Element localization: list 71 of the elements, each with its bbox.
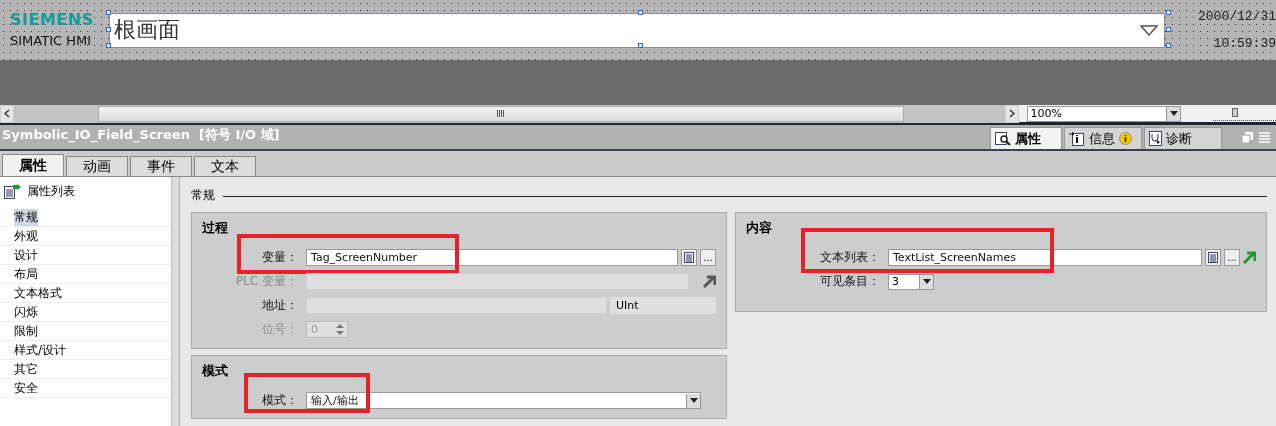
info-sheet-icon: [1069, 131, 1085, 146]
stethoscope-icon: [1149, 131, 1162, 146]
group-title: 模式: [202, 362, 229, 380]
panel-tab[interactable]: 诊断: [1144, 127, 1222, 149]
scrollbar-thumb[interactable]: [97, 105, 904, 122]
list-icon: [1208, 252, 1218, 263]
inspector-tab[interactable]: 文本: [194, 156, 256, 176]
grip-icon: [497, 110, 505, 117]
group-title: 内容: [746, 219, 773, 237]
inspector-title: Symbolic_IO_Field_Screen [符号 I/O 域]: [1, 126, 280, 145]
chevron-right-icon: [1008, 109, 1015, 118]
caret-icon: [922, 279, 931, 284]
browse-button[interactable]: ...: [700, 249, 716, 266]
panel-tab[interactable]: 属性: [990, 127, 1062, 149]
nav-item[interactable]: 外观: [14, 227, 38, 245]
resize-handle[interactable]: [1166, 42, 1172, 48]
resize-handle[interactable]: [638, 9, 644, 15]
nav-item[interactable]: 常规: [14, 208, 38, 226]
nav-item[interactable]: 布局: [14, 265, 38, 283]
property-list-icon: [4, 184, 21, 199]
nav-title: 属性列表: [27, 183, 75, 200]
zoom-slider[interactable]: [1213, 106, 1276, 121]
list-icon: [684, 252, 694, 263]
resize-handle[interactable]: [106, 26, 112, 32]
triangle-icon: [1139, 24, 1158, 36]
nav-item[interactable]: 文本格式: [14, 284, 62, 302]
list-button[interactable]: [1205, 249, 1221, 266]
inspector-tab[interactable]: 动画: [66, 156, 128, 176]
info-badge-icon: [1119, 132, 1132, 145]
magnifier-icon: [995, 131, 1011, 146]
product-name: SIMATIC HMI: [10, 34, 92, 48]
slider-thumb[interactable]: [1232, 107, 1239, 117]
nav-item[interactable]: 安全: [14, 379, 38, 397]
field-label: PLC 变量：: [234, 273, 298, 290]
nav-item[interactable]: 样式/设计: [14, 341, 67, 359]
tag-field[interactable]: Tag_ScreenNumber: [306, 249, 678, 266]
logo: SIEMENS: [10, 12, 95, 28]
caret-icon: [1169, 111, 1178, 116]
resize-handle[interactable]: [1166, 9, 1172, 15]
panel-tab[interactable]: 信息: [1064, 127, 1142, 149]
tag-field[interactable]: TextList_ScreenNames: [888, 249, 1202, 266]
resize-handle[interactable]: [638, 42, 644, 48]
nav-item[interactable]: 限制: [14, 322, 38, 340]
field-label: 可见条目：: [819, 273, 880, 290]
inspector-tab[interactable]: 事件: [130, 156, 192, 176]
browse-button[interactable]: ...: [1224, 249, 1240, 266]
resize-handle[interactable]: [106, 42, 112, 48]
field-label: 文本列表：: [819, 249, 880, 266]
zoom-dropdown[interactable]: 100%: [1026, 105, 1182, 122]
date-text: 2000/12/31: [1198, 9, 1276, 24]
section-title: 常规: [191, 187, 215, 204]
restore-icon[interactable]: [1242, 132, 1253, 143]
field-label: 地址：: [261, 297, 298, 314]
arrow-icon[interactable]: [1243, 251, 1256, 264]
nav-item[interactable]: 其它: [14, 360, 38, 378]
mode-dropdown[interactable]: 输入/输出: [306, 392, 701, 409]
inspector-tab[interactable]: 属性: [2, 154, 64, 176]
chevron-left-icon: [3, 109, 10, 118]
nav-item[interactable]: 闪烁: [14, 303, 38, 321]
nav-item[interactable]: 设计: [14, 246, 38, 264]
field-label: 模式：: [261, 392, 298, 409]
field-label: 位号：: [261, 321, 298, 338]
resize-handle[interactable]: [1166, 26, 1172, 32]
time-text: 10:59:39: [1213, 36, 1276, 51]
count-dropdown[interactable]: 3: [888, 273, 934, 290]
resize-handle[interactable]: [106, 9, 112, 15]
field-label: 变量：: [261, 249, 298, 266]
group-title: 过程: [202, 219, 229, 237]
data-type: UInt: [610, 297, 716, 314]
caret-icon: [689, 398, 698, 403]
list-button[interactable]: [681, 249, 697, 266]
